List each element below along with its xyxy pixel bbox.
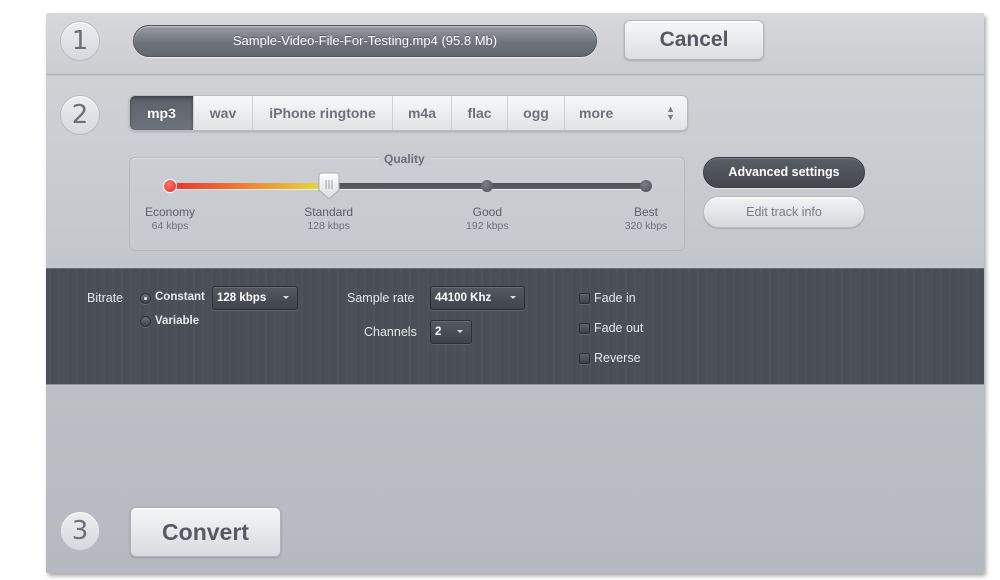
quality-stop-label-best: Best 320 kbps [596,205,696,233]
updown-arrows-icon: ▲ ▼ [666,104,675,122]
quality-stop-name: Good [472,205,502,219]
tab-more-dropdown[interactable]: more ▲ ▼ [565,96,687,130]
audio-converter-app: 1 Sample-Video-File-For-Testing.mp4 (95.… [46,13,984,573]
bitrate-variable-radio[interactable] [140,316,151,327]
quality-slider-track[interactable] [163,172,652,200]
step-1-row: 1 Sample-Video-File-For-Testing.mp4 (95.… [46,13,984,75]
quality-stop-economy[interactable] [163,179,177,193]
quality-stop-bitrate: 64 kbps [151,220,189,232]
convert-button[interactable]: Convert [130,507,281,557]
quality-slider-thumb[interactable] [318,172,340,200]
chevron-down-icon [283,296,289,299]
tab-m4a[interactable]: m4a [393,96,452,130]
bitrate-constant-radio[interactable] [140,293,151,304]
chevron-down-icon [457,330,463,333]
step-3-row: 3 Convert [46,386,984,573]
edit-track-info-button[interactable]: Edit track info [703,196,865,228]
tab-ogg[interactable]: ogg [508,96,565,130]
selected-file-display[interactable]: Sample-Video-File-For-Testing.mp4 (95.8 … [133,25,597,57]
quality-stop-bitrate: 192 kbps [466,220,509,232]
step-2-number: 2 [60,95,100,135]
quality-stop-best[interactable] [640,180,652,192]
sample-rate-select-value: 44100 Khz [435,292,492,304]
quality-stop-name: Economy [144,205,196,219]
quality-stop-label-good: Good 192 kbps [437,205,537,233]
tab-iphone-ringtone[interactable]: iPhone ringtone [253,96,393,130]
reverse-label[interactable]: Reverse [594,351,641,365]
cancel-button[interactable]: Cancel [624,20,764,60]
format-tabs: mp3 wav iPhone ringtone m4a flac ogg mor… [129,95,688,131]
bitrate-select[interactable]: 128 kbps [212,286,298,310]
advanced-settings-button[interactable]: Advanced settings [703,157,865,188]
quality-slider-group: Quality Economy 64 kbps Standard 128 kbps Go… [129,152,685,251]
quality-stop-bitrate: 320 kbps [624,220,668,232]
bitrate-variable-label[interactable]: Variable [155,315,199,327]
tab-more-label: more [579,105,614,121]
quality-title: Quality [378,152,431,166]
reverse-checkbox[interactable] [579,353,590,364]
sample-rate-select[interactable]: 44100 Khz [430,286,525,310]
sample-rate-label: Sample rate [347,291,415,305]
tab-wav[interactable]: wav [194,96,253,130]
fade-in-label[interactable]: Fade in [594,291,636,305]
fade-out-checkbox[interactable] [579,323,590,334]
step-2-row: 2 mp3 wav iPhone ringtone m4a flac ogg m… [46,76,984,268]
channels-label: Channels [364,325,417,339]
quality-stop-name: Standard [304,205,353,219]
quality-stop-label-standard: Standard 128 kbps [279,205,379,233]
quality-stop-bitrate: 128 kbps [307,220,350,232]
quality-stop-good[interactable] [481,180,494,192]
fade-out-label[interactable]: Fade out [594,321,643,335]
quality-stop-label-economy: Economy 64 kbps [120,205,220,233]
step-3-number: 3 [60,511,100,551]
bitrate-constant-label[interactable]: Constant [155,291,205,303]
channels-select[interactable]: 2 [430,320,472,344]
fade-in-checkbox[interactable] [579,293,590,304]
quality-stop-name: Best [633,205,658,219]
quality-slider-fill [170,183,329,189]
channels-select-value: 2 [435,326,442,338]
tab-mp3[interactable]: mp3 [130,96,194,130]
bitrate-label: Bitrate [87,291,124,305]
bitrate-select-value: 128 kbps [217,292,267,304]
chevron-down-icon [510,296,516,299]
advanced-settings-panel: Bitrate Constant Variable 128 kbps Sampl… [46,268,984,385]
tab-flac[interactable]: flac [452,96,508,130]
step-1-number: 1 [60,21,100,61]
